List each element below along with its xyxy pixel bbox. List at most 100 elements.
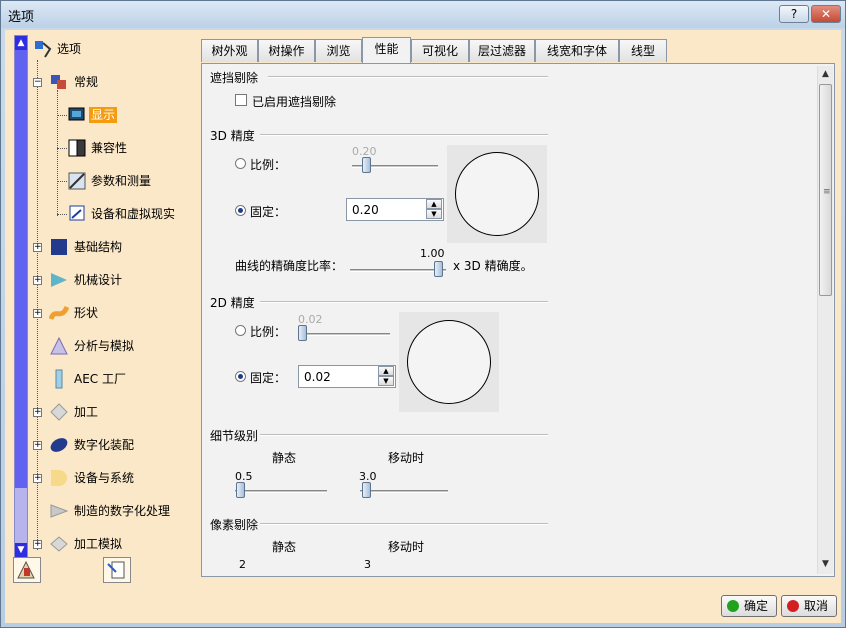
tree-connector [57,148,67,149]
accuracy-2d-title: 2D 精度 [210,296,255,310]
expand-icon[interactable]: + [33,309,42,318]
pixel-moving-value: 3 [364,558,371,571]
expand-icon[interactable]: + [33,408,42,417]
close-button[interactable]: ✕ [811,5,841,23]
machining-icon [50,403,68,421]
tree-item-label-selected: 显示 [89,107,118,123]
expand-icon[interactable]: + [33,243,42,252]
section-divider [260,134,548,136]
tree-connector [57,214,67,215]
expand-icon[interactable]: + [33,441,42,450]
scroll-up-icon[interactable]: ▲ [818,66,833,82]
expand-icon[interactable]: + [33,540,42,549]
detail-static-track [235,490,327,493]
ok-button[interactable]: 确定 [721,595,777,617]
pixel-static-value: 2 [239,558,246,571]
accuracy-2d-proportional-radio[interactable] [235,325,246,336]
tab-performances[interactable]: 性能 [362,37,411,63]
scroll-down-icon[interactable]: ▼ [818,556,833,572]
window-title: 选项 [8,10,35,25]
tab-navigation[interactable]: 浏览 [315,39,362,62]
occlusion-checkbox[interactable] [235,94,247,106]
shape-icon [49,305,69,321]
tree-scroll-thumb[interactable] [15,50,27,488]
options-dialog: 选项 ? ✕ ▲ ▼ 选项 − 常规 显示 兼容性 参数和测量 设备和虚拟现实 … [0,0,846,628]
section-divider [260,434,548,436]
cancel-button[interactable]: 取消 [781,595,837,617]
accuracy-3d-fixed-label: 固定： [250,205,287,219]
occlusion-section-title: 遮挡剔除 [210,71,259,85]
devices-icon [69,205,85,221]
spin-down-icon[interactable]: ▼ [378,376,394,386]
dialog-body: ▲ ▼ 选项 − 常规 显示 兼容性 参数和测量 设备和虚拟现实 + 基础结构 … [5,30,841,623]
accuracy-2d-fixed-label: 固定： [250,371,287,385]
export-icon [107,561,125,579]
tree-scrollbar[interactable]: ▲ ▼ [14,35,28,558]
scroll-down-icon[interactable]: ▼ [15,543,27,557]
parameters-icon [68,172,86,190]
reset-options-button[interactable] [13,557,41,583]
accuracy-2d-proportional-label: 比例： [250,325,287,339]
accuracy-3d-fixed-radio[interactable] [235,205,246,216]
accuracy-2d-fixed-spinner[interactable]: 0.02 ▲ ▼ [298,365,396,388]
accuracy-2d-proportional-track [298,333,390,336]
accuracy-2d-fixed-value: 0.02 [304,370,331,384]
tab-layer-filter[interactable]: 层过滤器 [469,39,535,62]
options-tree-icon [35,41,52,58]
help-button[interactable]: ? [779,5,809,23]
preview-circle [407,320,491,404]
compatibility-icon [68,139,86,157]
tab-tree-manipulation[interactable]: 树操作 [258,39,315,62]
panel-scroll-thumb[interactable]: ≡ [819,84,832,296]
manufacturing-icon [50,504,69,518]
accuracy-3d-fixed-spinner[interactable]: 0.20 ▲ ▼ [346,198,444,221]
accuracy-2d-fixed-radio[interactable] [235,371,246,382]
detail-moving-track [360,490,448,493]
tab-line-type[interactable]: 线型 [619,39,667,62]
infrastructure-icon [51,239,67,255]
title-bar: 选项 ? ✕ [1,1,845,28]
tab-visualization[interactable]: 可视化 [411,39,469,62]
export-options-button[interactable] [103,557,131,583]
accuracy-3d-proportional-label: 比例： [250,158,287,172]
tree-connector [57,90,58,216]
accuracy-3d-proportional-slider[interactable] [362,157,371,173]
tab-tree-appearance[interactable]: 树外观 [201,39,258,62]
grip-icon: ≡ [823,187,831,197]
expand-icon[interactable]: + [33,474,42,483]
detail-moving-label: 移动时 [388,451,425,465]
machining-sim-icon [50,536,68,552]
scroll-up-icon[interactable]: ▲ [15,36,27,50]
section-divider [260,523,548,525]
tab-linetype-font[interactable]: 线宽和字体 [535,39,619,62]
spin-down-icon[interactable]: ▼ [426,209,442,219]
collapse-icon[interactable]: − [33,78,42,87]
accuracy-3d-proportional-radio[interactable] [235,158,246,169]
accuracy-2d-preview [399,312,499,412]
preview-circle [455,152,539,236]
curve-accuracy-track [350,269,446,272]
level-of-detail-title: 细节级别 [210,429,259,443]
section-divider [260,301,548,303]
panel-scrollbar[interactable]: ▲ ≡ ▼ [817,66,833,574]
accuracy-3d-fixed-value: 0.20 [352,203,379,217]
digital-mockup-icon [50,438,68,452]
accuracy-2d-proportional-slider[interactable] [298,325,307,341]
occlusion-checkbox-label: 已启用遮挡剔除 [252,95,337,109]
equipment-icon [51,470,67,486]
mechanical-design-icon [51,273,67,287]
detail-static-slider[interactable] [236,482,245,498]
spin-up-icon[interactable]: ▲ [378,366,394,376]
performance-panel: 遮挡剔除 已启用遮挡剔除 3D 精度 比例： 0.20 固定： 0.20 ▲ ▼… [201,63,835,577]
curve-accuracy-slider[interactable] [434,261,443,277]
curve-accuracy-suffix: x 3D 精确度。 [453,259,533,273]
detail-moving-slider[interactable] [362,482,371,498]
spin-up-icon[interactable]: ▲ [426,199,442,209]
curve-accuracy-label: 曲线的精确度比率： [235,259,344,273]
ok-icon [727,600,739,612]
section-divider [268,76,548,78]
expand-icon[interactable]: + [33,276,42,285]
general-icon [51,75,66,89]
tree-connector [57,181,67,182]
tree-connector [57,115,67,116]
